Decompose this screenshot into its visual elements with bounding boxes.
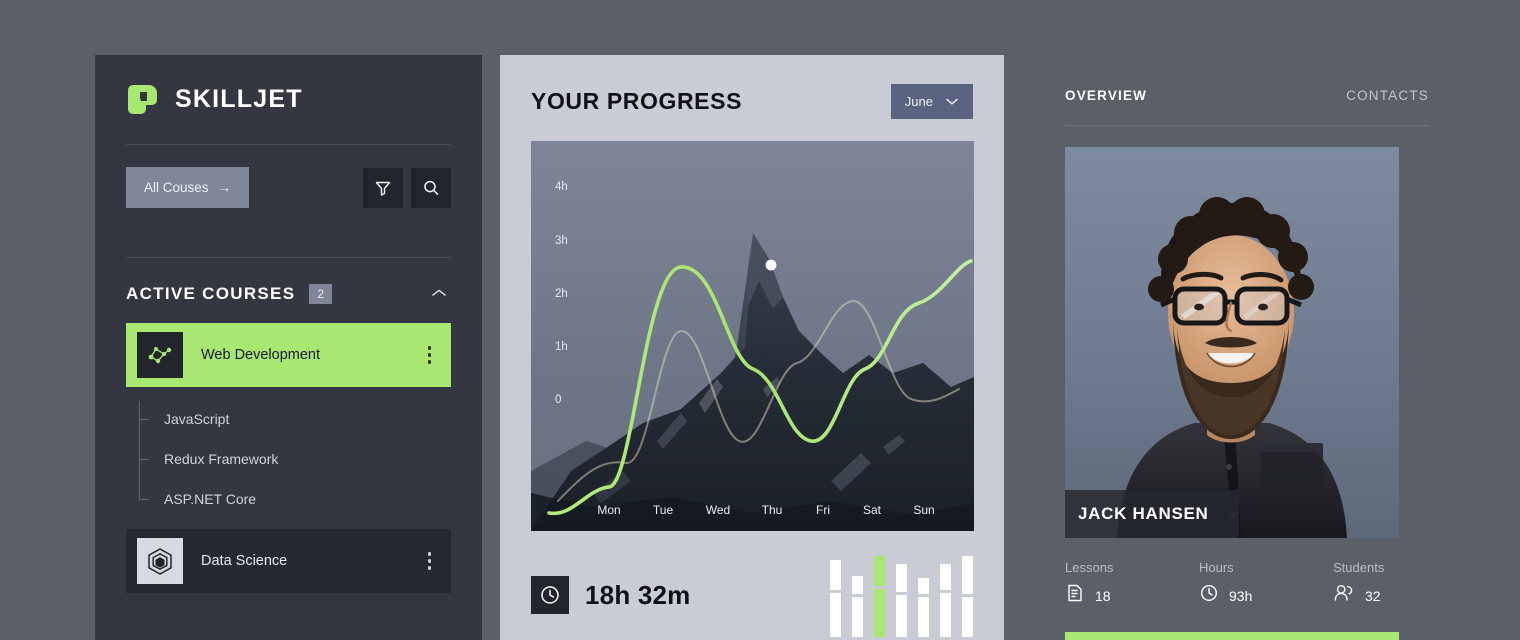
section-title: ACTIVE COURSES [126, 283, 296, 303]
lesson-item[interactable]: Redux Framework [126, 439, 451, 479]
hexagon-cube-icon [137, 538, 183, 584]
bottom-accent-bar [1065, 632, 1399, 640]
month-select-value: June [904, 94, 933, 109]
x-axis-tick: Thu [761, 503, 783, 517]
network-nodes-icon [137, 332, 183, 378]
chart-highlight-point [765, 259, 777, 271]
people-icon [1333, 583, 1355, 608]
profile-photo-card: JACK HANSEN [1065, 147, 1399, 538]
activity-bar [852, 576, 863, 637]
x-axis-tick: Wed [705, 503, 731, 517]
progress-header: YOUR PROGRESS June [531, 55, 973, 119]
clock-icon [531, 576, 569, 614]
sidebar: SKILLJET All Couses → ACTIVE COURSES 2 W… [95, 55, 482, 640]
y-axis-tick: 1h [555, 341, 568, 353]
course-menu-button[interactable] [422, 548, 438, 574]
skilljet-logo-icon [126, 83, 159, 116]
progress-panel: YOUR PROGRESS June 4h 3h 2h 1h 0 Mon Tue… [500, 55, 1004, 640]
search-button[interactable] [411, 167, 451, 208]
x-axis-tick: Fri [816, 503, 830, 517]
stat-value: 18 [1095, 587, 1111, 604]
all-courses-button[interactable]: All Couses → [126, 167, 250, 208]
clock-icon [1199, 583, 1219, 608]
x-axis-tick: Sun [913, 503, 935, 517]
stat-label: Students [1333, 560, 1385, 575]
stat-students: Students 32 [1333, 560, 1384, 608]
chevron-down-icon [945, 94, 959, 109]
progress-chart: 4h 3h 2h 1h 0 Mon Tue Wed Thu Fri Sat Su… [531, 141, 974, 531]
course-menu-button[interactable] [422, 342, 438, 368]
kebab-menu-icon [427, 552, 431, 556]
activity-bar [962, 556, 973, 637]
stat-label: Hours [1199, 560, 1234, 575]
active-courses-header: ACTIVE COURSES 2 [126, 258, 451, 323]
x-axis-tick: Sat [862, 503, 882, 517]
lesson-item[interactable]: JavaScript [126, 399, 451, 439]
all-courses-label: All Couses [144, 180, 209, 195]
chevron-up-icon [431, 286, 447, 301]
brand: SKILLJET [126, 55, 451, 116]
x-axis-tick: Tue [652, 503, 674, 517]
course-card-web-development[interactable]: Web Development [126, 323, 451, 387]
stat-label: Lessons [1065, 560, 1114, 575]
total-time-value: 18h 32m [585, 579, 691, 610]
document-icon [1065, 583, 1085, 608]
stat-value-row: 18 [1065, 583, 1199, 608]
activity-summary: 18h 32m [531, 553, 973, 637]
stat-value-row: 93h [1199, 583, 1333, 608]
sidebar-icon-buttons [355, 167, 451, 208]
sidebar-toolbar: All Couses → [126, 145, 451, 229]
portrait-photo [1065, 147, 1399, 538]
stat-value: 32 [1365, 587, 1381, 604]
stat-value: 93h [1229, 587, 1253, 604]
course-label: Web Development [201, 347, 321, 363]
stat-hours: Hours 93h [1199, 560, 1333, 608]
activity-bar [940, 564, 951, 637]
stat-lessons: Lessons 18 [1065, 560, 1199, 608]
filter-icon [374, 179, 392, 197]
arrow-right-icon: → [217, 180, 232, 195]
daily-activity-bars [830, 553, 973, 637]
y-axis-tick: 2h [555, 288, 568, 300]
dashboard-root: SKILLJET All Couses → ACTIVE COURSES 2 W… [0, 0, 1520, 640]
activity-bar [830, 560, 841, 637]
activity-bar-highlighted [874, 556, 885, 637]
activity-bar [896, 564, 907, 637]
chart-canvas [531, 141, 974, 531]
y-axis-tick: 4h [555, 181, 568, 193]
overview-panel: OVERVIEW CONTACTS JACK HANSEN Lessons 18… [1035, 55, 1459, 640]
page-title: YOUR PROGRESS [531, 88, 743, 114]
filter-button[interactable] [363, 167, 403, 208]
month-select[interactable]: June [890, 84, 973, 119]
lesson-item[interactable]: ASP.NET Core [126, 479, 451, 519]
profile-name: JACK HANSEN [1065, 490, 1239, 538]
profile-stats: Lessons 18 Hours 93h Students 32 [1065, 560, 1429, 608]
y-axis-tick: 3h [555, 235, 568, 247]
brand-name: SKILLJET [175, 85, 303, 113]
search-icon [422, 179, 440, 197]
kebab-menu-icon [427, 346, 431, 350]
x-axis-tick: Mon [597, 503, 621, 517]
stat-value-row: 32 [1333, 583, 1384, 608]
active-courses-count: 2 [309, 283, 333, 304]
tab-contacts[interactable]: CONTACTS [1346, 88, 1429, 103]
course-lessons-list: JavaScript Redux Framework ASP.NET Core [126, 387, 451, 529]
tab-overview[interactable]: OVERVIEW [1065, 88, 1147, 103]
activity-bar [918, 578, 929, 637]
y-axis-tick: 0 [555, 394, 562, 406]
course-label: Data Science [201, 553, 288, 569]
collapse-section-button[interactable] [427, 282, 451, 305]
course-card-data-science[interactable]: Data Science [126, 529, 451, 593]
overview-tabs: OVERVIEW CONTACTS [1065, 55, 1429, 126]
